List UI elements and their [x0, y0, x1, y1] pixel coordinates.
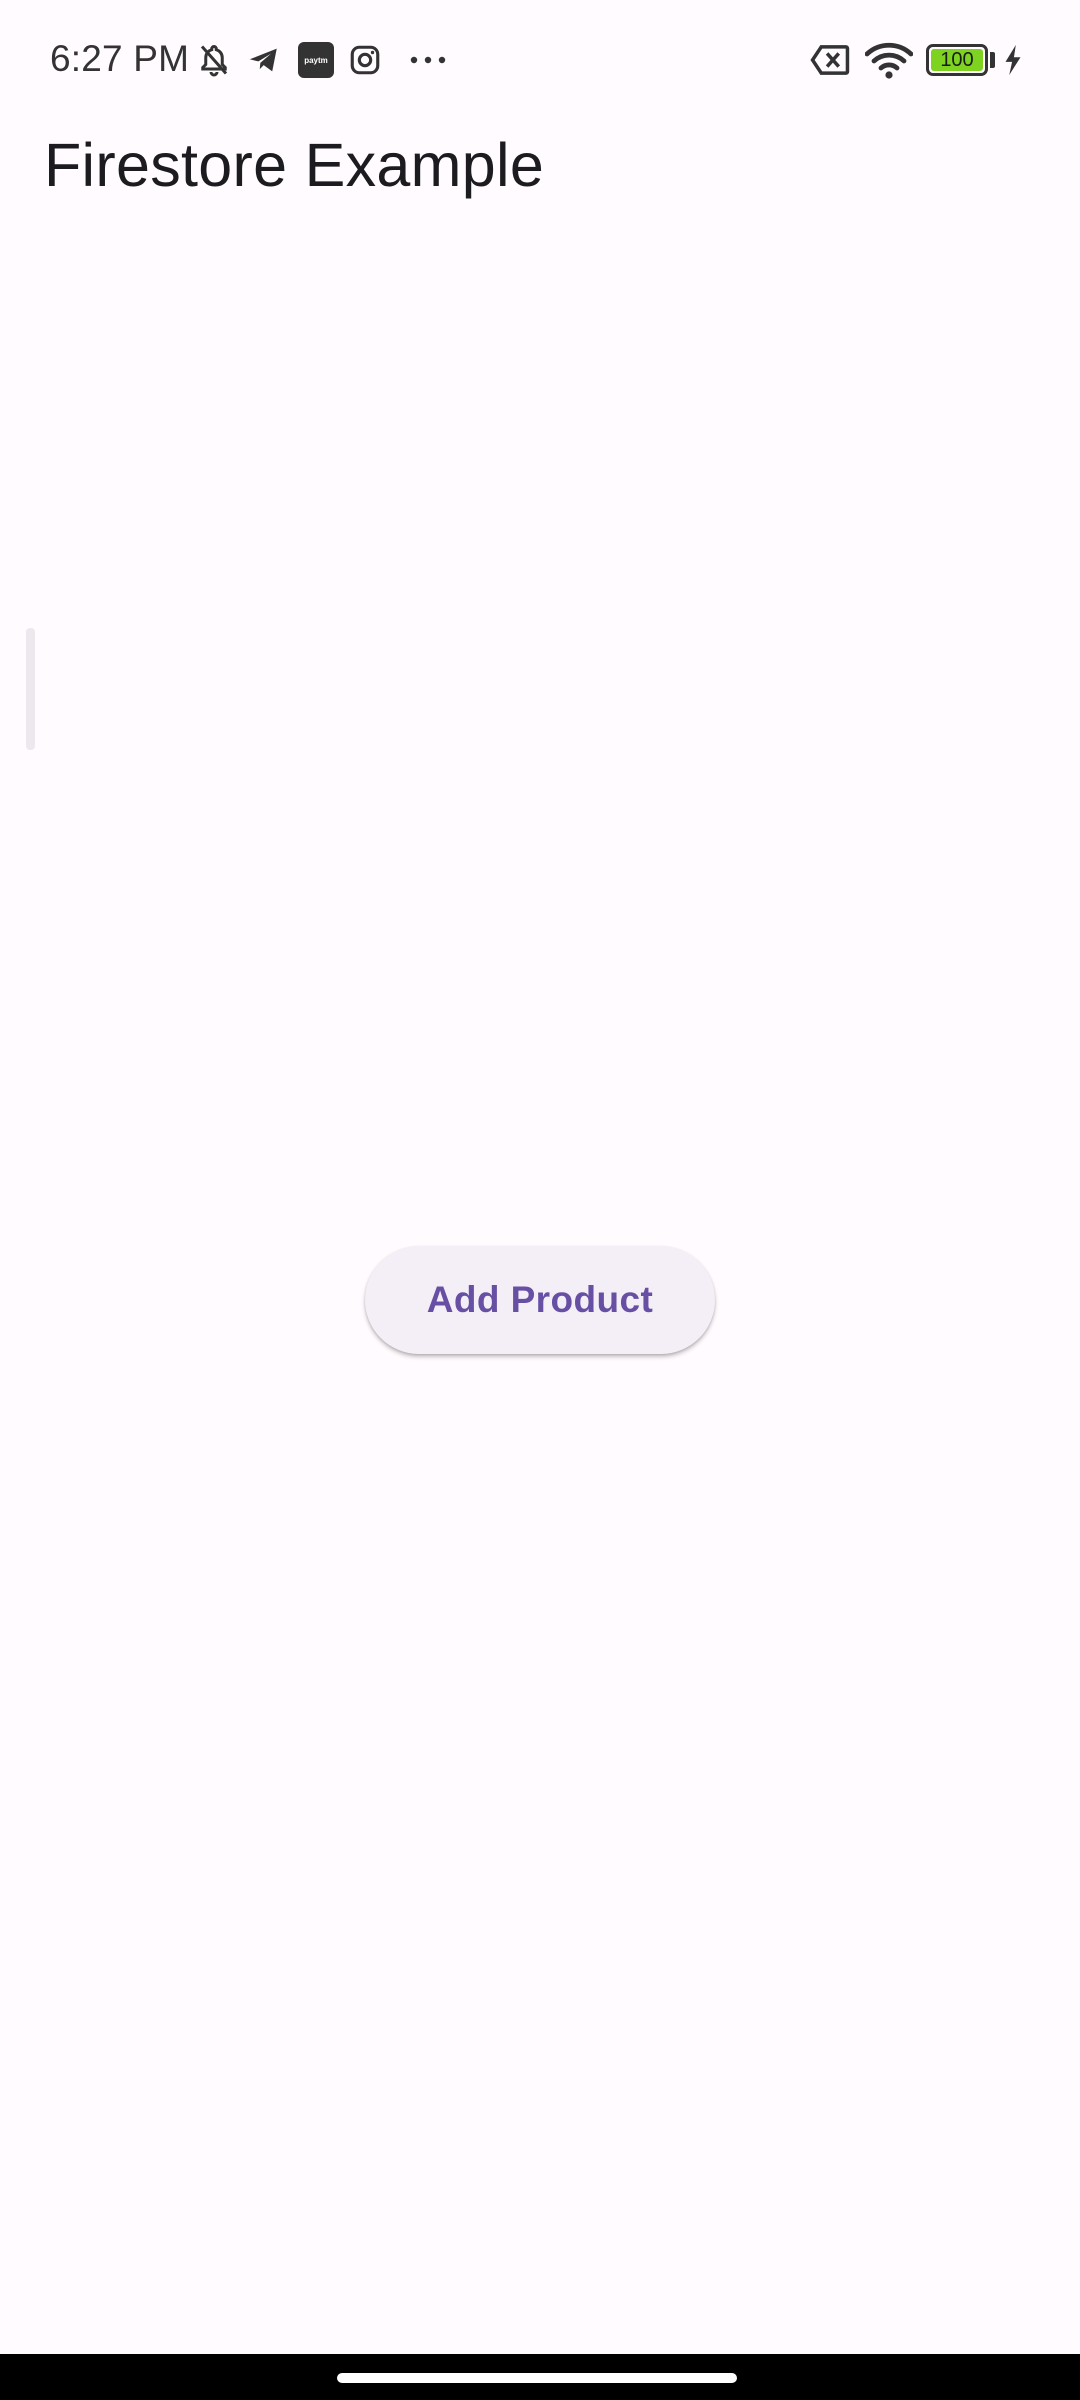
status-time: 6:27 PM — [50, 38, 190, 79]
paytm-icon: paytm — [296, 40, 336, 80]
instagram-icon — [345, 40, 385, 80]
scrollbar-thumb[interactable] — [26, 628, 35, 750]
more-dots-icon — [406, 40, 450, 80]
bell-off-icon — [194, 40, 234, 80]
telegram-icon — [244, 40, 284, 80]
home-gesture-handle[interactable] — [337, 2373, 737, 2383]
app-screen: 6:27 PM paytm 100 Firestore Example Add … — [0, 0, 1080, 2400]
battery-icon: 100 — [926, 44, 988, 76]
add-product-button[interactable]: Add Product — [365, 1246, 715, 1354]
battery-cap — [990, 52, 995, 68]
status-bar: 6:27 PM paytm 100 — [0, 0, 1080, 120]
navigation-bar — [0, 2354, 1080, 2400]
wifi-icon — [864, 40, 914, 80]
charging-bolt-icon — [1001, 40, 1025, 80]
battery-level: 100 — [931, 49, 983, 71]
no-sim-icon — [808, 40, 852, 80]
page-title: Firestore Example — [44, 131, 545, 199]
paytm-label: paytm — [298, 42, 334, 78]
